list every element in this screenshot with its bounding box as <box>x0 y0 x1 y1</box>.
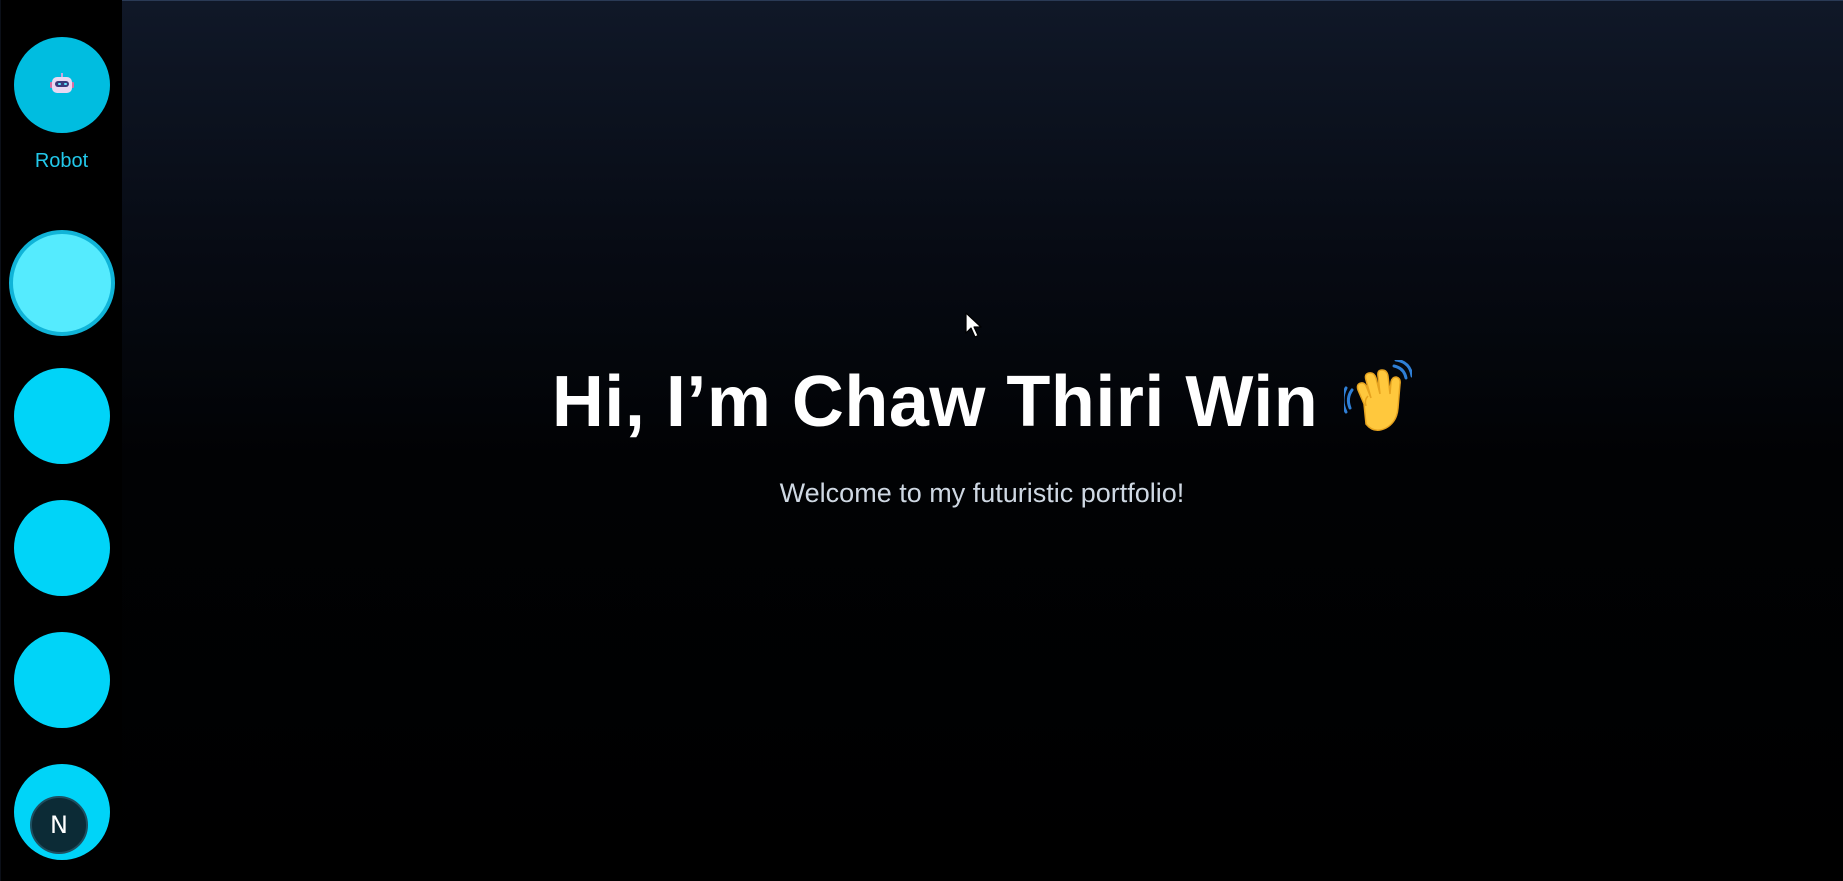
robot-label: Robot <box>34 150 89 172</box>
hero-subtitle: Welcome to my futuristic portfolio! <box>779 478 1185 508</box>
mouse-pointer-icon <box>965 312 982 338</box>
next-badge[interactable]: N <box>30 796 88 854</box>
portfolio-page: Robot N Hi, I’m Chaw Thiri Win Welcome t… <box>0 0 1843 881</box>
hero-title: Hi, I’m Chaw Thiri Win <box>121 358 1843 447</box>
hero-section: Hi, I’m Chaw Thiri Win Welcome to my fut… <box>121 0 1843 881</box>
sidebar-nav: Robot N <box>0 0 122 881</box>
hero-title-text: Hi, I’m Chaw Thiri Win <box>551 362 1319 442</box>
sidebar-button-3[interactable] <box>14 500 110 596</box>
sidebar-button-2[interactable] <box>14 368 110 464</box>
robot-icon <box>49 73 75 97</box>
waving-hand-icon <box>1341 358 1414 447</box>
sidebar-button-5[interactable]: N <box>14 764 110 860</box>
sidebar-button-4[interactable] <box>14 632 110 728</box>
robot-nav-button[interactable] <box>14 37 110 133</box>
sidebar-button-active[interactable] <box>9 230 115 336</box>
